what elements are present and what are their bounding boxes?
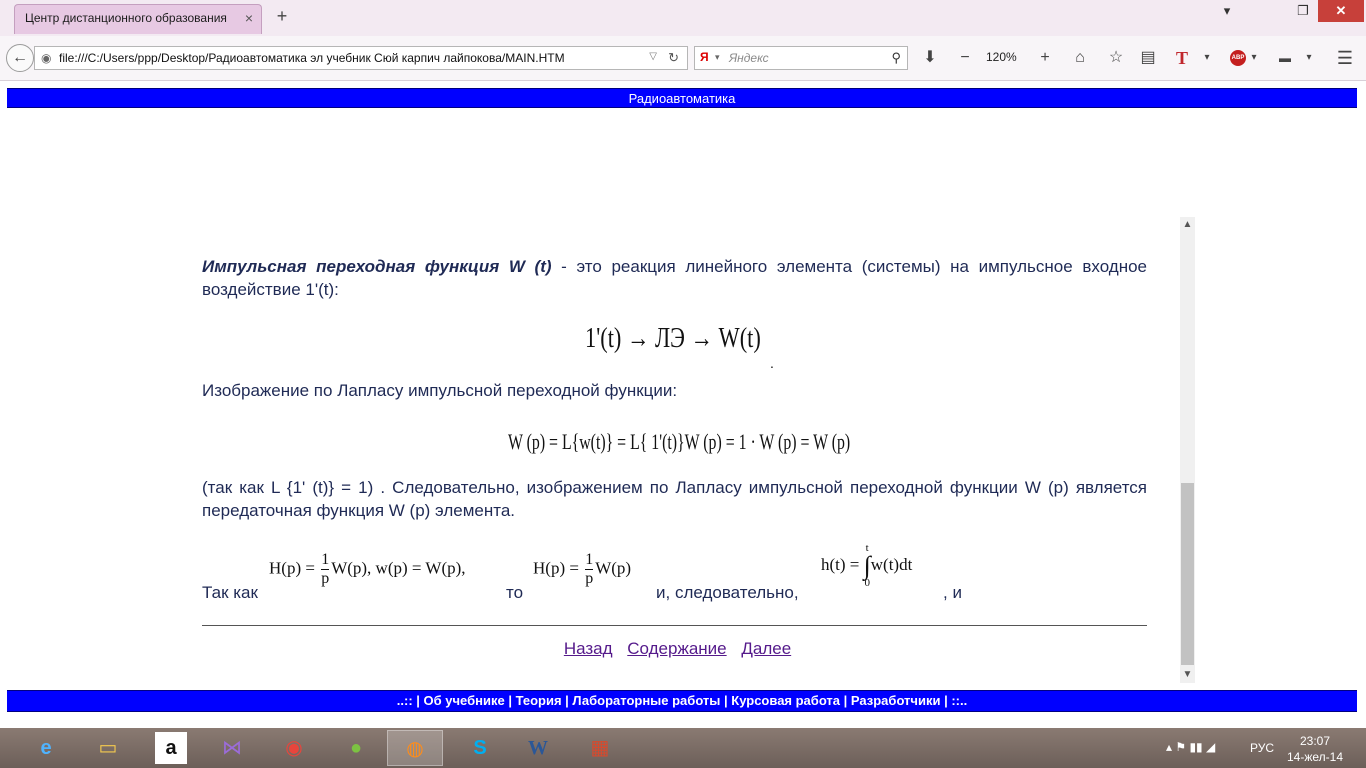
search-placeholder[interactable]: Яндекс <box>729 51 769 65</box>
formula-h1-left: H(p) = <box>269 558 320 578</box>
nav-contents-link[interactable]: Содержание <box>627 639 726 658</box>
formula-h3-left: h(t) = <box>821 554 864 574</box>
url-text[interactable]: file:///C:/Users/ppp/Desktop/Радиоавтома… <box>59 51 565 65</box>
formula-h1-num: 1 <box>321 551 330 568</box>
tab-close-icon[interactable]: × <box>245 10 253 26</box>
formula-h1: H(p) = 1 p W(p), w(p) = W(p), <box>269 551 466 588</box>
search-icon[interactable]: ⚲ <box>891 50 901 66</box>
para-definition: Импульсная переходная функция W (t) - эт… <box>202 255 1147 301</box>
zoom-out-icon[interactable]: − <box>955 48 975 68</box>
tab-active[interactable]: Центр дистанционного образования × <box>14 4 262 34</box>
formula-h3: h(t) = t ∫ 0 w(t)dt <box>821 543 912 589</box>
back-arrow-icon[interactable]: ← <box>6 44 34 72</box>
minimize-icon[interactable]: ▾ <box>1214 0 1240 22</box>
text-sledovatelno: и, следовательно, <box>656 583 799 602</box>
app-ball-icon[interactable]: ● <box>328 730 384 766</box>
system-tray-icons[interactable]: ▴ ⚑ ▮▮ ◢ <box>1166 740 1215 754</box>
term-impulse-function: Импульсная переходная функция W (t) <box>202 257 552 276</box>
formula-h1-right: W(p), w(p) = W(p), <box>331 558 466 578</box>
page-nav: Назад Содержание Далее <box>175 639 1180 659</box>
para-laplace: Изображение по Лапласу импульсной перехо… <box>202 381 678 400</box>
new-tab-icon[interactable]: + <box>272 6 292 26</box>
text-i: , и <box>943 583 962 602</box>
yandex-icon[interactable]: Я <box>700 50 709 64</box>
amazon-icon[interactable]: a <box>155 732 187 764</box>
text-to: то <box>506 583 524 602</box>
formula-h2-den: p <box>585 569 594 587</box>
zoom-level[interactable]: 120% <box>986 50 1017 64</box>
address-bar[interactable]: ◉ file:///C:/Users/ppp/Desktop/Радиоавто… <box>34 46 688 70</box>
scroll-down-icon[interactable]: ▼ <box>1180 667 1195 683</box>
footer-links[interactable]: ..:: | Об учебнике | Теория | Лабораторн… <box>397 693 967 708</box>
bookmark-star-icon[interactable]: ☆ <box>1106 48 1126 68</box>
zoom-in-icon[interactable]: + <box>1035 48 1055 68</box>
clipboard-icon[interactable]: ▤ <box>1138 48 1158 68</box>
winrar-icon[interactable]: ▦ <box>572 730 628 766</box>
word-icon[interactable]: W <box>510 730 566 766</box>
clock-date[interactable]: 14-жел-14 <box>1287 750 1343 764</box>
formula-h2-right: W(p) <box>595 558 632 578</box>
search-bar[interactable]: Я ▾ Яндекс ⚲ <box>694 46 908 70</box>
engine-dropdown-icon[interactable]: ▾ <box>715 52 720 63</box>
t-dropdown-icon[interactable]: ▾ <box>1200 48 1214 68</box>
close-window-icon[interactable]: ✕ <box>1318 0 1364 22</box>
formula-h1-den: p <box>321 569 330 587</box>
integral-sign: ∫ <box>863 551 871 580</box>
scroll-thumb[interactable] <box>1181 483 1194 665</box>
formula-h3-integral: t ∫ 0 <box>864 543 871 589</box>
maximize-icon[interactable]: ❐ <box>1290 0 1316 22</box>
chrome-icon[interactable]: ◉ <box>266 730 322 766</box>
download-icon[interactable]: ⬇ <box>920 48 940 68</box>
reload-icon[interactable]: ↻ <box>668 50 679 66</box>
browser-titlebar: Центр дистанционного образования × + ▾ ❐… <box>0 0 1366 36</box>
formula-h2: H(p) = 1 p W(p) <box>533 551 631 588</box>
formula-h1-fraction: 1p <box>321 551 330 588</box>
clock-time[interactable]: 23:07 <box>1300 734 1330 748</box>
ie-icon[interactable]: e <box>18 730 74 766</box>
dropdown-triangle-icon[interactable]: ▽ <box>649 51 657 62</box>
scroll-up-icon[interactable]: ▲ <box>1180 217 1195 233</box>
flag-dropdown-icon[interactable]: ▾ <box>1302 48 1316 68</box>
content-frame: Импульсная переходная функция W (t) - эт… <box>175 217 1180 683</box>
firefox-icon[interactable]: ◍ <box>387 730 443 766</box>
formula-h2-num: 1 <box>585 551 594 568</box>
page-header-bar: Радиоавтоматика <box>7 88 1357 108</box>
skype-icon[interactable]: S <box>452 730 508 766</box>
footer-nav-bar[interactable]: ..:: | Об учебнике | Теория | Лабораторн… <box>7 690 1357 712</box>
menu-icon[interactable]: ☰ <box>1334 48 1356 68</box>
explorer-folder-icon[interactable]: ▭ <box>80 730 136 766</box>
browser-navbar: ← ◉ file:///C:/Users/ppp/Desktop/Радиоав… <box>0 36 1366 81</box>
formula-h3-lower: 0 <box>864 577 870 589</box>
content-scrollbar[interactable]: ▲ ▼ <box>1180 217 1195 683</box>
visual-studio-icon[interactable]: ⋈ <box>204 730 260 766</box>
globe-icon: ◉ <box>41 51 52 65</box>
formula-laplace: W (p) = L{w(t)} = L{ 1'(t)}W (p) = 1 · W… <box>508 429 851 454</box>
tab-title: Центр дистанционного образования <box>25 11 227 25</box>
adblock-icon[interactable]: ABP <box>1230 50 1246 66</box>
formula-chain-dot: . <box>770 355 774 371</box>
windows-taskbar: e ▭ a ⋈ ◉ ● ◍ S W ▦ ▴ ⚑ ▮▮ ◢ РУС 23:07 1… <box>0 728 1366 768</box>
formula-h2-fraction: 1p <box>585 551 594 588</box>
para-consequence: (так как L {1' (t)} = 1) . Следовательно… <box>202 478 1147 520</box>
adblock-dropdown-icon[interactable]: ▾ <box>1248 48 1260 68</box>
text-tak-kak: Так как <box>202 583 258 602</box>
home-icon[interactable]: ⌂ <box>1070 48 1090 68</box>
formula-chain: 1'(t) → ЛЭ → W(t) <box>585 323 761 354</box>
page-title: Радиоавтоматика <box>628 91 736 106</box>
flag-icon[interactable]: ▬ <box>1275 48 1295 68</box>
formula-h2-left: H(p) = <box>533 558 584 578</box>
nav-back-link[interactable]: Назад <box>564 639 613 658</box>
nav-next-link[interactable]: Далее <box>741 639 791 658</box>
divider <box>202 625 1147 626</box>
translate-t-icon[interactable]: T <box>1172 48 1192 68</box>
formula-h3-right: w(t)dt <box>870 554 913 574</box>
language-indicator[interactable]: РУС <box>1250 741 1274 755</box>
